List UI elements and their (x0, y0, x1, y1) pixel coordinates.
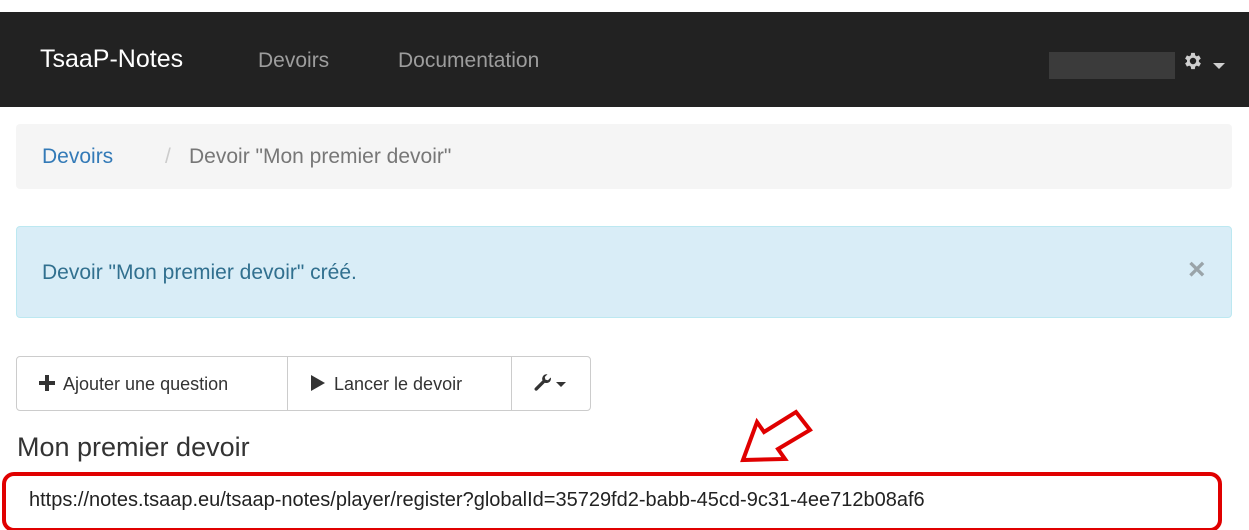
plus-icon (39, 375, 55, 391)
launch-assignment-button[interactable]: Lancer le devoir (287, 356, 512, 411)
chevron-down-icon[interactable] (1213, 63, 1225, 69)
alert-message: Devoir "Mon premier devoir" créé. (42, 261, 357, 284)
launch-assignment-label: Lancer le devoir (334, 374, 463, 394)
add-question-button[interactable]: Ajouter une question (16, 356, 288, 411)
wrench-icon (534, 374, 552, 391)
annotation-arrow-icon (740, 409, 813, 463)
success-alert: Devoir "Mon premier devoir" créé. × (16, 226, 1232, 318)
breadcrumb-link-devoirs[interactable]: Devoirs (42, 145, 113, 169)
register-url-box: https://notes.tsaap.eu/tsaap-notes/playe… (2, 472, 1222, 530)
breadcrumb-separator: / (165, 145, 171, 168)
top-navbar: TsaaP-Notes Devoirs Documentation (0, 12, 1249, 107)
user-name-redacted[interactable] (1049, 52, 1175, 79)
nav-link-documentation[interactable]: Documentation (398, 49, 539, 73)
breadcrumb-current: Devoir "Mon premier devoir" (189, 145, 452, 168)
close-icon[interactable]: × (1188, 255, 1206, 285)
chevron-down-icon (556, 382, 566, 387)
tools-dropdown-button[interactable] (511, 356, 591, 411)
breadcrumb: Devoirs / Devoir "Mon premier devoir" (16, 124, 1232, 189)
page-title: Mon premier devoir (17, 432, 250, 462)
register-url-text[interactable]: https://notes.tsaap.eu/tsaap-notes/playe… (29, 489, 925, 512)
play-icon (311, 375, 325, 391)
gear-icon[interactable] (1182, 50, 1204, 72)
nav-link-devoirs[interactable]: Devoirs (258, 49, 329, 73)
brand-logo-text[interactable]: TsaaP-Notes (40, 45, 183, 74)
add-question-label: Ajouter une question (63, 374, 229, 394)
